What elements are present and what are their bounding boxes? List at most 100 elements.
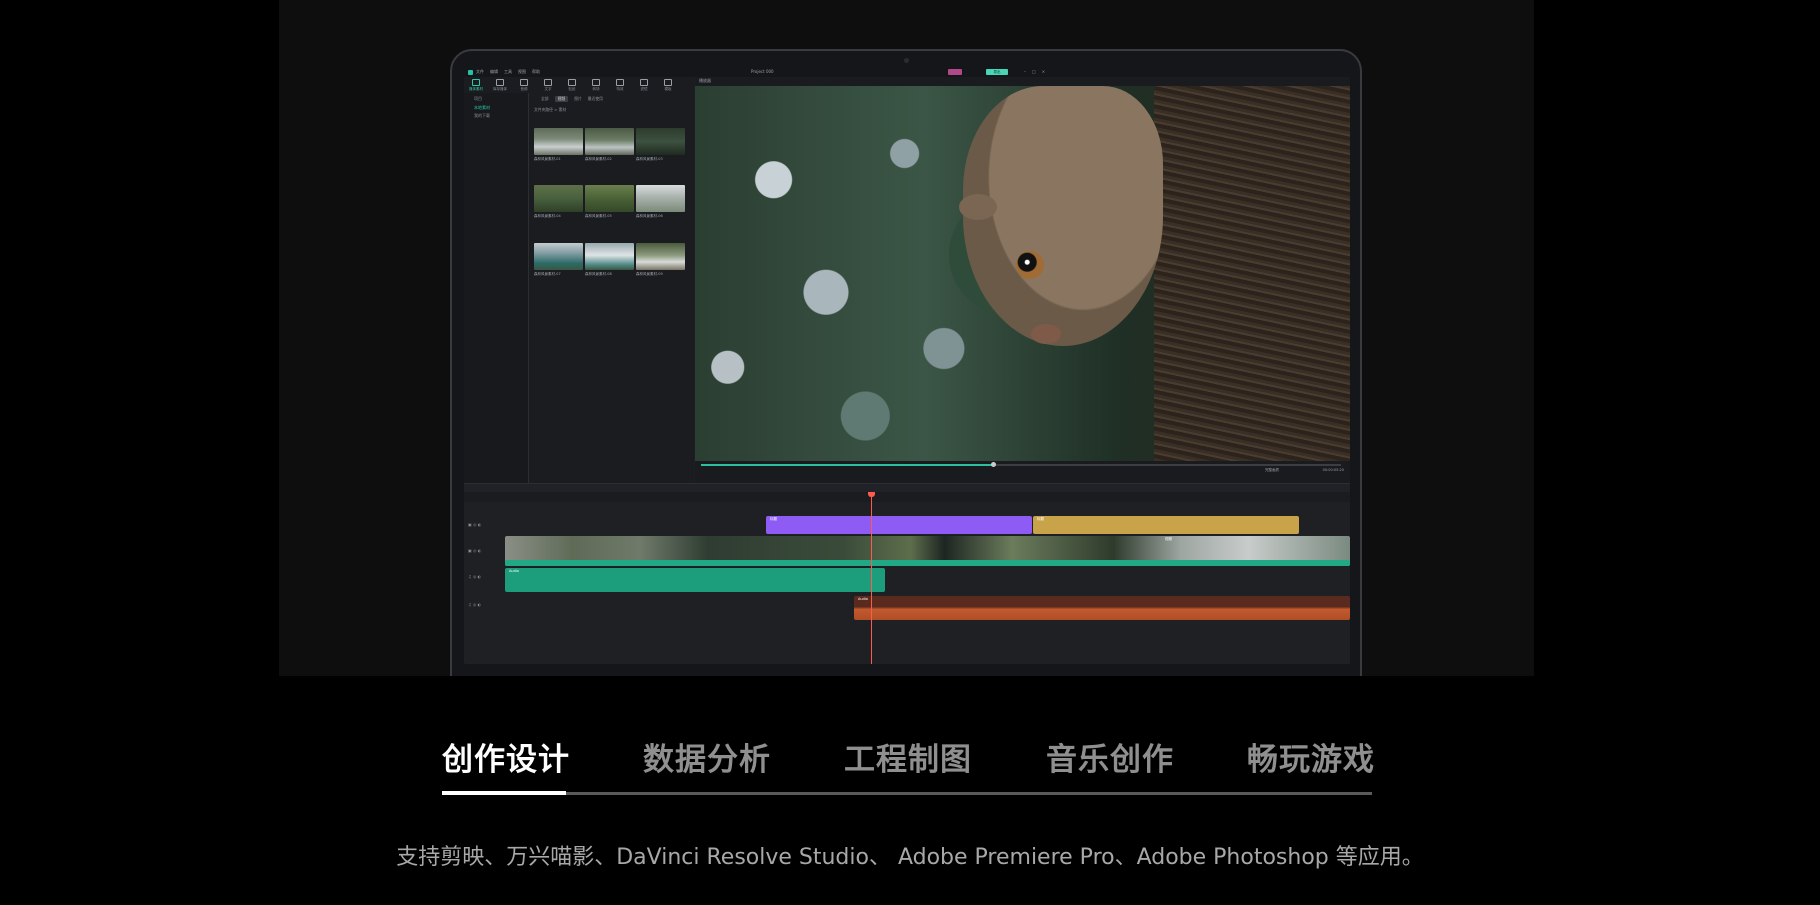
- toolbar-effect[interactable]: 特效: [610, 79, 630, 92]
- window-controls: – □ ×: [1024, 69, 1045, 74]
- laptop-screen: 文件 编辑 工具 视图 帮助 Project 000 导出 – □ × 媒体素材…: [464, 68, 1350, 664]
- timecode: 00:00:05:20: [1322, 468, 1344, 472]
- media-tabs: 全部 视频 图片 最近使用: [541, 96, 603, 102]
- toolbar-label: 文字: [544, 87, 552, 91]
- menu-item[interactable]: 工具: [504, 69, 512, 75]
- app-logo-icon: [468, 70, 473, 75]
- transition-icon: [592, 79, 600, 86]
- playhead[interactable]: [871, 492, 872, 664]
- stock-icon: [496, 79, 504, 86]
- media-thumbnail[interactable]: [534, 243, 583, 270]
- media-thumbnail[interactable]: [636, 128, 685, 155]
- tab-active-indicator: [442, 791, 566, 795]
- toolbar-label: 音频: [520, 87, 528, 91]
- tab-creative-design[interactable]: 创作设计: [442, 734, 570, 779]
- media-toolbar: 媒体素材 库存媒体 音频 文字 贴纸 转场 特效 滤镜 模板: [464, 77, 694, 94]
- tab-engineering-drawing[interactable]: 工程制图: [844, 734, 972, 779]
- menu-item[interactable]: 视图: [518, 69, 526, 75]
- title-clip[interactable]: 标题: [1033, 516, 1299, 534]
- thumbnail-label: 森林风景素材-01: [534, 157, 561, 161]
- playhead-handle[interactable]: [868, 492, 875, 497]
- toolbar-label: 库存媒体: [493, 87, 507, 91]
- audio-clip[interactable]: Audio: [854, 596, 1350, 620]
- effect-icon: [616, 79, 624, 86]
- toolbar-label: 媒体素材: [469, 87, 483, 91]
- thumbnail-label: 森林风景素材-08: [585, 272, 612, 276]
- menu-item[interactable]: 帮助: [532, 69, 540, 75]
- toolbar-label: 贴纸: [568, 87, 576, 91]
- preview-header: 播放器: [695, 77, 1350, 86]
- track-header: ♫ ◎ ◐: [468, 602, 482, 607]
- tab-caption: 支持剪映、万兴喵影、DaVinci Resolve Studio、 Adobe …: [396, 845, 1424, 870]
- tab-track: [442, 792, 1372, 795]
- video-preview[interactable]: [695, 86, 1350, 461]
- track-header: ▣ ◎ ◐: [468, 522, 482, 527]
- clip-label: 标题: [770, 517, 777, 521]
- menu-item[interactable]: 编辑: [490, 69, 498, 75]
- preview-scrubber[interactable]: [701, 462, 1341, 467]
- template-icon: [664, 79, 672, 86]
- scrubber-handle[interactable]: [991, 462, 996, 467]
- audio-clip[interactable]: Audio: [505, 568, 885, 592]
- media-thumbnail[interactable]: [585, 243, 634, 270]
- media-thumbnail[interactable]: [585, 185, 634, 212]
- sidebar-item-local[interactable]: 本地素材: [474, 105, 490, 111]
- sidebar-item-project[interactable]: 项目: [474, 96, 482, 102]
- thumbnail-label: 森林风景素材-06: [636, 214, 663, 218]
- toolbar-label: 模板: [664, 87, 672, 91]
- media-library: 全部 视频 图片 最近使用 文件夹路径 > 素材 森林风景素材-01 森林风景素…: [529, 93, 694, 503]
- track-header: ♫ ◎ ◐: [468, 574, 482, 579]
- login-button[interactable]: [948, 69, 962, 75]
- sidebar-item-downloads[interactable]: 我的下载: [474, 113, 490, 119]
- laptop-frame: 文件 编辑 工具 视图 帮助 Project 000 导出 – □ × 媒体素材…: [450, 49, 1362, 676]
- quality-select[interactable]: 完整画质: [1265, 468, 1279, 473]
- toolbar-audio[interactable]: 音频: [514, 79, 534, 92]
- maximize-icon[interactable]: □: [1032, 69, 1036, 74]
- media-tab[interactable]: 全部: [541, 96, 549, 102]
- export-button[interactable]: 导出: [986, 69, 1008, 75]
- menu-item[interactable]: 文件: [476, 69, 484, 75]
- toolbar-template[interactable]: 模板: [658, 79, 678, 92]
- breadcrumb: 文件夹路径 > 素材: [534, 107, 567, 112]
- media-thumbnail[interactable]: [534, 185, 583, 212]
- media-thumbnail[interactable]: [636, 243, 685, 270]
- track-header: ▣ ◎ ◐: [468, 548, 482, 553]
- thumbnail-label: 森林风景素材-04: [534, 214, 561, 218]
- toolbar-media[interactable]: 媒体素材: [466, 79, 486, 92]
- thumbnail-label: 森林风景素材-02: [585, 157, 612, 161]
- tab-gaming[interactable]: 畅玩游戏: [1247, 734, 1375, 779]
- minimize-icon[interactable]: –: [1024, 69, 1026, 74]
- product-showcase: 文件 编辑 工具 视图 帮助 Project 000 导出 – □ × 媒体素材…: [279, 0, 1534, 676]
- tab-data-analysis[interactable]: 数据分析: [643, 734, 771, 779]
- media-tab[interactable]: 图片: [574, 96, 582, 102]
- media-thumbnail[interactable]: [636, 185, 685, 212]
- app-menu: 文件 编辑 工具 视图 帮助: [476, 69, 540, 75]
- clip-label: Audio: [509, 569, 519, 573]
- squirrel-eye: [1016, 251, 1044, 279]
- title-clip[interactable]: 标题: [766, 516, 1032, 534]
- toolbar-stock[interactable]: 库存媒体: [490, 79, 510, 92]
- media-tab[interactable]: 视频: [554, 96, 569, 102]
- toolbar-text[interactable]: 文字: [538, 79, 558, 92]
- media-thumbnail[interactable]: [534, 128, 583, 155]
- media-tab[interactable]: 最近使用: [588, 96, 603, 102]
- scrubber-progress: [701, 464, 996, 466]
- close-icon[interactable]: ×: [1042, 69, 1045, 74]
- toolbar-label: 特效: [616, 87, 624, 91]
- app-title-bar: 文件 编辑 工具 视图 帮助 Project 000 导出 – □ ×: [464, 68, 1350, 77]
- text-icon: [544, 79, 552, 86]
- camera-icon: [904, 58, 909, 63]
- preview-label: 播放器: [699, 78, 711, 83]
- clip-label: 标题: [1037, 517, 1044, 521]
- toolbar-sticker[interactable]: 贴纸: [562, 79, 582, 92]
- media-thumbnail[interactable]: [585, 128, 634, 155]
- toolbar-transition[interactable]: 转场: [586, 79, 606, 92]
- tab-music-creation[interactable]: 音乐创作: [1046, 734, 1174, 779]
- toolbar-filter[interactable]: 滤镜: [634, 79, 654, 92]
- squirrel-nose: [1031, 324, 1061, 344]
- timeline-ruler[interactable]: [464, 492, 1350, 502]
- toolbar-label: 转场: [592, 87, 600, 91]
- media-icon: [472, 79, 480, 86]
- thumbnail-label: 森林风景素材-09: [636, 272, 663, 276]
- timeline-tracks: ▣ ◎ ◐ ▣ ◎ ◐ ♫ ◎ ◐ ♫ ◎ ◐ 标题 标题 视频 Audio A…: [464, 502, 1350, 664]
